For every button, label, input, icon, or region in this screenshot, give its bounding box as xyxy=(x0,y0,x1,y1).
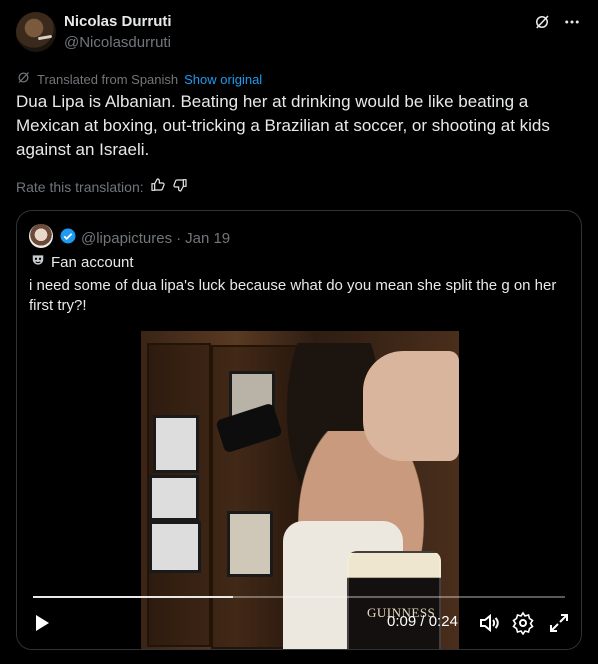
author-avatar[interactable] xyxy=(16,12,56,52)
quoted-handle[interactable]: @lipapictures xyxy=(81,230,172,247)
author-handle[interactable]: @Nicolasdurruti xyxy=(64,34,171,51)
current-time: 0:09 xyxy=(387,613,417,630)
quoted-separator: · xyxy=(176,229,182,247)
time-separator: / xyxy=(420,613,425,630)
tweet-text: Dua Lipa is Albanian. Beating her at dri… xyxy=(16,92,550,159)
quoted-header: @lipapictures · Jan 19 xyxy=(59,227,230,249)
video-progress-fill xyxy=(33,596,233,598)
translation-notice: Translated from Spanish Show original xyxy=(16,70,262,88)
quoted-date[interactable]: Jan 19 xyxy=(185,230,230,247)
thumbs-up-icon[interactable] xyxy=(150,177,166,196)
fullscreen-icon[interactable] xyxy=(547,611,571,635)
tweet: Nicolas Durruti @Nicolasdurruti Translat… xyxy=(0,0,598,664)
quoted-text: i need some of dua lipa's luck because w… xyxy=(29,277,557,314)
author-name[interactable]: Nicolas Durruti xyxy=(64,13,172,30)
translated-label: Translated from Spanish xyxy=(37,71,179,87)
video-controls: 0:09 / 0:24 xyxy=(17,599,581,649)
tweet-actions-top xyxy=(532,12,582,32)
video-time: 0:09 / 0:24 xyxy=(387,613,458,630)
fan-account-label: Fan account xyxy=(31,253,134,271)
volume-icon[interactable] xyxy=(477,611,501,635)
translate-icon xyxy=(16,70,31,88)
show-original-link[interactable]: Show original xyxy=(184,72,262,87)
fan-label-text: Fan account xyxy=(51,253,134,271)
settings-icon[interactable] xyxy=(511,611,535,636)
rate-translation: Rate this translation: xyxy=(16,177,188,196)
video-player[interactable]: GUINNESS 0:09 / 0:24 xyxy=(17,331,581,649)
video-progress-bar[interactable] xyxy=(33,596,565,598)
fan-mask-icon xyxy=(31,253,45,271)
thumbs-down-icon[interactable] xyxy=(172,177,188,196)
more-icon[interactable] xyxy=(562,12,582,32)
quoted-tweet[interactable]: @lipapictures · Jan 19 Fan account i nee… xyxy=(16,210,582,650)
rate-label: Rate this translation: xyxy=(16,178,144,195)
grok-icon[interactable] xyxy=(532,12,552,32)
duration: 0:24 xyxy=(428,613,458,630)
verified-badge-icon xyxy=(59,227,77,249)
play-icon[interactable] xyxy=(29,611,53,635)
quoted-avatar[interactable] xyxy=(29,224,53,248)
